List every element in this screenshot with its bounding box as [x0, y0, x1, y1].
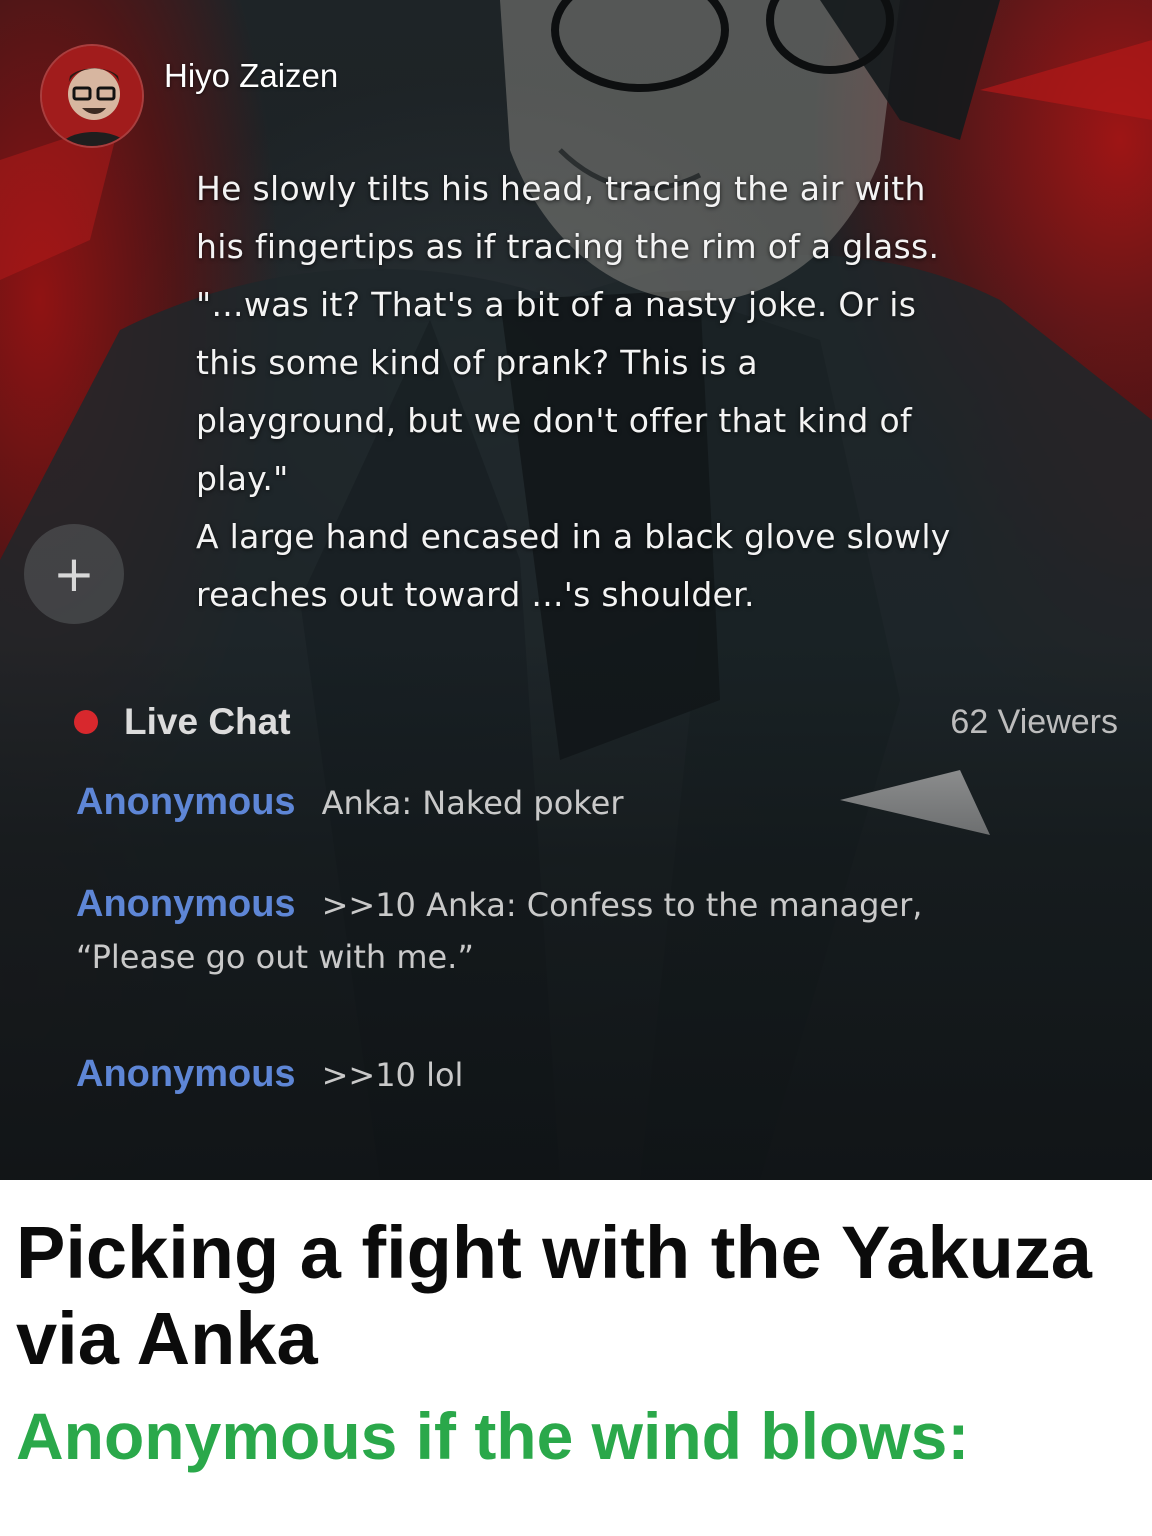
chat-username[interactable]: Anonymous — [76, 883, 296, 925]
author-name[interactable]: Hiyo Zaizen — [164, 57, 338, 95]
post-author: Hiyo Zaizen — [40, 44, 338, 148]
story-paragraph: A large hand encased in a black glove sl… — [196, 517, 951, 614]
author-avatar[interactable] — [40, 44, 144, 148]
chat-text: Anka: Naked poker — [321, 784, 624, 822]
chat-message: Anonymous Anka: Naked poker — [76, 776, 624, 829]
live-chat-label[interactable]: Live Chat — [124, 701, 291, 743]
story-title: Picking a fight with the Yakuza via Anka — [16, 1211, 1092, 1380]
chat-text: >>10 lol — [321, 1056, 464, 1094]
story-paragraph: He slowly tilts his head, tracing the ai… — [196, 169, 940, 266]
add-button[interactable]: + — [24, 524, 124, 624]
viewer-count: 62 Viewers — [950, 702, 1118, 741]
story-text: He slowly tilts his head, tracing the ai… — [196, 160, 956, 624]
chat-username[interactable]: Anonymous — [76, 781, 296, 823]
chat-message: Anonymous >>10 lol — [76, 1048, 463, 1101]
avatar-portrait-icon — [42, 46, 142, 146]
live-chat-header: Live Chat 62 Viewers — [74, 692, 1118, 752]
title-panel: Picking a fight with the Yakuza via Anka… — [0, 1180, 1152, 1536]
story-author-byline: Anonymous if the wind blows: — [16, 1399, 970, 1473]
chat-username[interactable]: Anonymous — [76, 1053, 296, 1095]
story-paragraph: "...was it? That's a bit of a nasty joke… — [196, 285, 917, 498]
chat-message: Anonymous >>10 Anka: Confess to the manag… — [76, 878, 956, 983]
story-panel: Hiyo Zaizen He slowly tilts his head, tr… — [0, 0, 1152, 1180]
live-indicator-icon — [74, 710, 98, 734]
plus-icon: + — [53, 545, 95, 603]
